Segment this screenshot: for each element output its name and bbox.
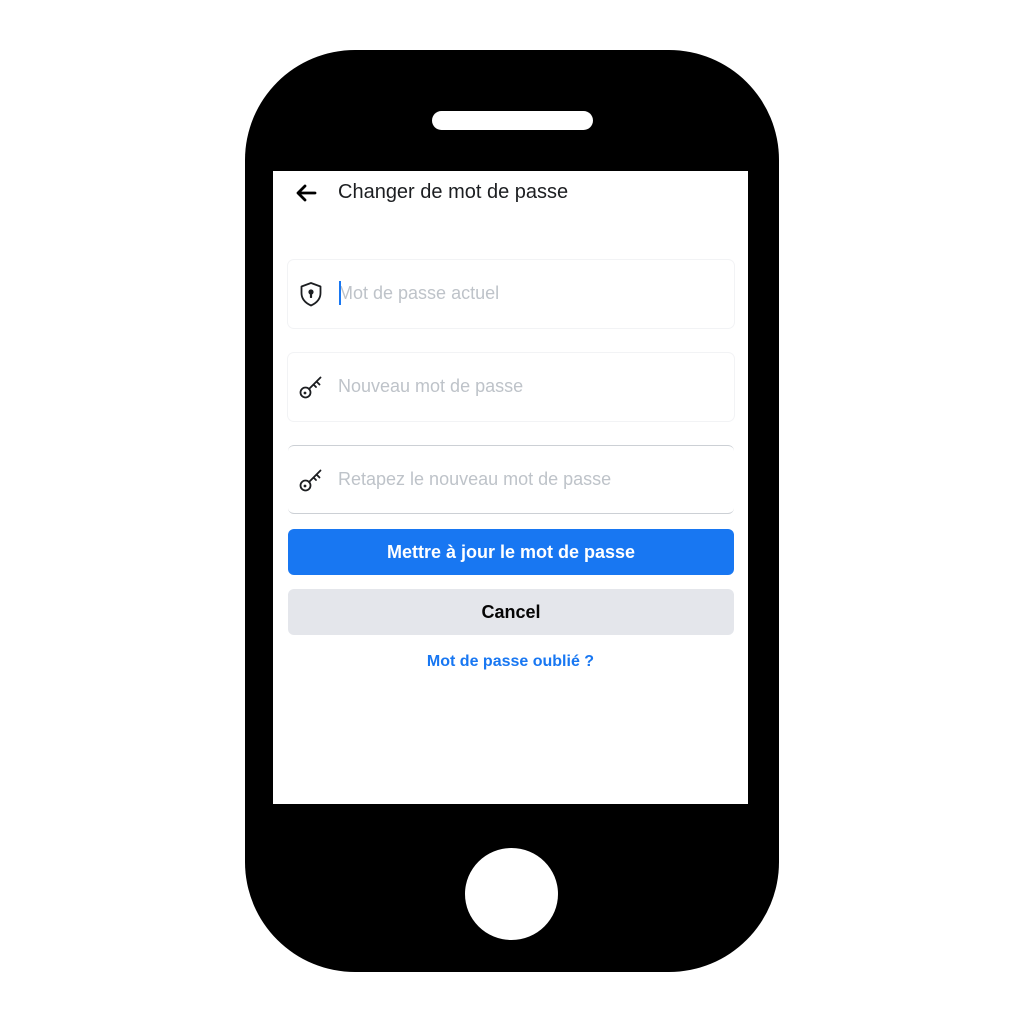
phone-screen: Changer de mot de passe Mettre à jour le… [273,171,748,804]
current-password-field[interactable] [288,260,734,328]
key-icon [299,376,322,399]
confirm-password-input[interactable] [338,464,718,494]
text-cursor [339,281,341,305]
shield-lock-icon [300,282,322,307]
confirm-password-field[interactable] [288,445,734,514]
page-title: Changer de mot de passe [338,181,569,203]
phone-speaker [432,111,593,130]
update-password-button[interactable]: Mettre à jour le mot de passe [288,529,734,575]
key-icon [299,469,322,492]
new-password-input[interactable] [338,371,718,401]
arrow-left-icon [296,184,317,202]
back-button[interactable] [293,181,321,205]
new-password-field[interactable] [288,353,734,421]
cancel-button[interactable]: Cancel [288,589,734,635]
app-header: Changer de mot de passe [273,171,748,217]
phone-home-button[interactable] [465,848,558,940]
current-password-input[interactable] [338,278,718,308]
forgot-password-link[interactable]: Mot de passe oublié ? [273,653,748,671]
